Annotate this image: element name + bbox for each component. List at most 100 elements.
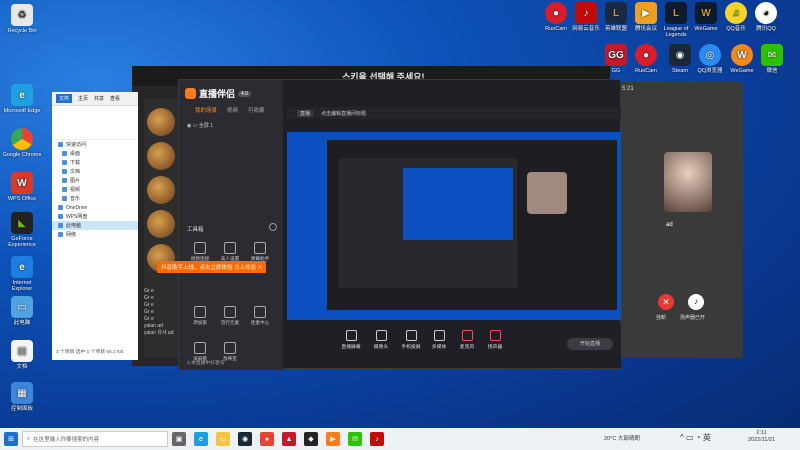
gg-icon: GG (605, 44, 627, 66)
cloud-icon (58, 205, 63, 210)
tool-elements[interactable]: 流行元素 (215, 306, 245, 326)
taskbar-wechat-icon[interactable]: ✉ (348, 432, 362, 446)
weather[interactable]: 20°C 大部晴朗 (604, 434, 640, 442)
qq-icon: ◕ (755, 2, 777, 24)
screen-share-button[interactable]: 直播屏幕 (339, 330, 363, 350)
task-view-icon[interactable]: ▣ (172, 432, 186, 446)
start-live-button[interactable]: 开始直播 (567, 338, 613, 350)
call-time: 5:21 (622, 86, 634, 92)
tab-video[interactable]: 视频 (227, 106, 238, 114)
toolbox-more-icon[interactable] (269, 223, 277, 231)
live-mode-button[interactable]: 直播 (297, 110, 314, 117)
taskbar-app-icon[interactable]: ◆ (304, 432, 318, 446)
folder-icon (62, 151, 67, 156)
desktop-icon-this-pc[interactable]: ▭ 此电脑 (2, 296, 42, 326)
tray-icons[interactable]: ^ ▭ ◔ 英 (680, 432, 711, 443)
tool-add[interactable]: 添加第 (185, 306, 215, 326)
recycle-bin-icon: ♻ (11, 4, 33, 26)
hero-avatar[interactable] (147, 142, 175, 170)
camera-button[interactable]: 摄像头 (369, 330, 393, 350)
nav-item[interactable]: 网络 (52, 230, 138, 239)
document-icon: ▤ (11, 340, 33, 362)
nav-item[interactable]: 视频 (52, 185, 138, 194)
desktop-icon-qq[interactable]: ◕ 腾讯QQ (746, 2, 786, 32)
scene-item[interactable]: ◉ ▭ 全屏 1 (187, 122, 213, 129)
taskbar-edge-icon[interactable]: e (194, 432, 208, 446)
ruocam-icon: ● (635, 44, 657, 66)
speaker-button[interactable]: ♪ (688, 294, 704, 310)
desktop-icon-documents[interactable]: ▤ 文档 (2, 340, 42, 370)
computer-icon (58, 223, 63, 228)
ribbon-tab-view[interactable]: 查看 (110, 95, 120, 102)
nav-item[interactable]: 音乐 (52, 194, 138, 203)
ribbon-tab-file[interactable]: 文件 (56, 94, 73, 103)
preview-title[interactable]: 点击编辑直播间标题 (321, 110, 366, 117)
media-button[interactable]: 多媒体 (427, 330, 451, 350)
wegame-icon: W (731, 44, 753, 66)
promo-banner[interactable]: 抖音助手上线，点击立即体验 马上体验 ✕ (157, 261, 267, 273)
cloud-icon (58, 214, 63, 219)
explorer-ribbon: 文件 主页 共享 查看 (52, 92, 138, 106)
taskbar-steam-icon[interactable]: ◉ (238, 432, 252, 446)
screen-icon (345, 330, 357, 341)
nav-item[interactable]: 文档 (52, 167, 138, 176)
desktop-icon-chrome[interactable]: Google Chrome (2, 128, 42, 158)
preview-toolbar: 直播 点击编辑直播间标题 (287, 107, 621, 119)
hero-avatar[interactable] (147, 108, 175, 136)
desktop-icon-control-panel[interactable]: ▦ 控制面板 (2, 382, 42, 412)
hangup-label: 挂断 (656, 315, 667, 321)
taskbar-app-icon[interactable]: ♪ (370, 432, 384, 446)
desktop-icon-edge[interactable]: e Microsoft Edge (2, 84, 42, 114)
tool-danmaku[interactable]: 弹幕助手 (245, 242, 275, 262)
nav-item-selected[interactable]: 此电脑 (52, 221, 138, 230)
taskbar-app-icon[interactable]: ▲ (282, 432, 296, 446)
tab-my-scene[interactable]: 我的场景 (195, 106, 217, 114)
phone-icon (405, 330, 417, 341)
nav-item[interactable]: 快速访问 (52, 140, 138, 149)
desktop-icon-geforce[interactable]: ◣ GeForce Experience (2, 212, 42, 248)
bottom-controls: 直播屏幕 摄像头 手机投屏 多媒体 麦克风 扬声器 开始直播 (287, 324, 621, 368)
desktop-icon-wps[interactable]: W WPS Office (2, 172, 42, 202)
taskbar-search[interactable]: ⌕ 在这里输入你要搜索的内容 (22, 431, 168, 447)
league-icon: L (665, 2, 687, 24)
taskbar-zhibo-icon[interactable]: ▶ (326, 432, 340, 446)
caller-video (664, 152, 712, 212)
tool-video-link[interactable]: 视频连接 (185, 242, 215, 262)
speaker-toggle-button[interactable]: 扬声器 (483, 330, 507, 350)
explorer-status-bar: 3 个项目 选中 1 个项目 66.2 KB (56, 350, 124, 355)
wegame-icon: W (695, 2, 717, 24)
folder-icon (62, 196, 67, 201)
folder-icon (62, 169, 67, 174)
nav-item[interactable]: 图片 (52, 176, 138, 185)
nav-item[interactable]: 下载 (52, 158, 138, 167)
live-companion-window: 直播伴侣 4.0 我的场景 视频 可收藏 ◉ ▭ 全屏 1 工具箱 视频连接 美… (157, 79, 621, 370)
microphone-icon (461, 330, 473, 341)
taskbar-explorer-icon[interactable]: ▭ (216, 432, 230, 446)
microphone-button[interactable]: 麦克风 (455, 330, 479, 350)
explorer-nav-pane: 快速访问 桌面 下载 文档 图片 视频 音乐 OneDrive WPS网盘 此电… (52, 140, 138, 239)
hero-avatar[interactable] (147, 210, 175, 238)
desktop-icon-wechat[interactable]: ✉ 微信 (752, 44, 792, 74)
desktop-icon-ie[interactable]: e Internet Explorer (2, 256, 42, 292)
hero-avatar[interactable] (147, 176, 175, 204)
nav-item[interactable]: WPS网盘 (52, 212, 138, 221)
mirror-caller-video (527, 172, 567, 214)
tool-link-mic[interactable]: 连麦中心 (245, 306, 275, 326)
clock[interactable]: 2:11 2022/11/21 (748, 430, 775, 444)
hangup-button[interactable]: ✕ (658, 294, 674, 310)
nav-item[interactable]: 桌面 (52, 149, 138, 158)
live-preview-canvas[interactable] (287, 132, 621, 320)
start-menu-icon[interactable]: ⊞ (4, 432, 18, 446)
nav-item[interactable]: OneDrive (52, 203, 138, 212)
phone-cast-button[interactable]: 手机投屏 (399, 330, 423, 350)
chat-messages: Gr e Gr e Gr e Gr e Gr e yalan ad yalan … (144, 288, 174, 336)
lol-icon: L (605, 2, 627, 24)
ribbon-tab-home[interactable]: 主页 (78, 95, 88, 102)
media-icon (433, 330, 445, 341)
tab-favorites[interactable]: 可收藏 (248, 106, 265, 114)
ribbon-tab-share[interactable]: 共享 (94, 95, 104, 102)
taskbar-chrome-icon[interactable]: ● (260, 432, 274, 446)
tool-beauty[interactable]: 美人设置 (215, 242, 245, 262)
speaker-label: 扬声器已开 (680, 315, 706, 321)
desktop-icon-recycle-bin[interactable]: ♻ Recycle Bin (2, 4, 42, 34)
